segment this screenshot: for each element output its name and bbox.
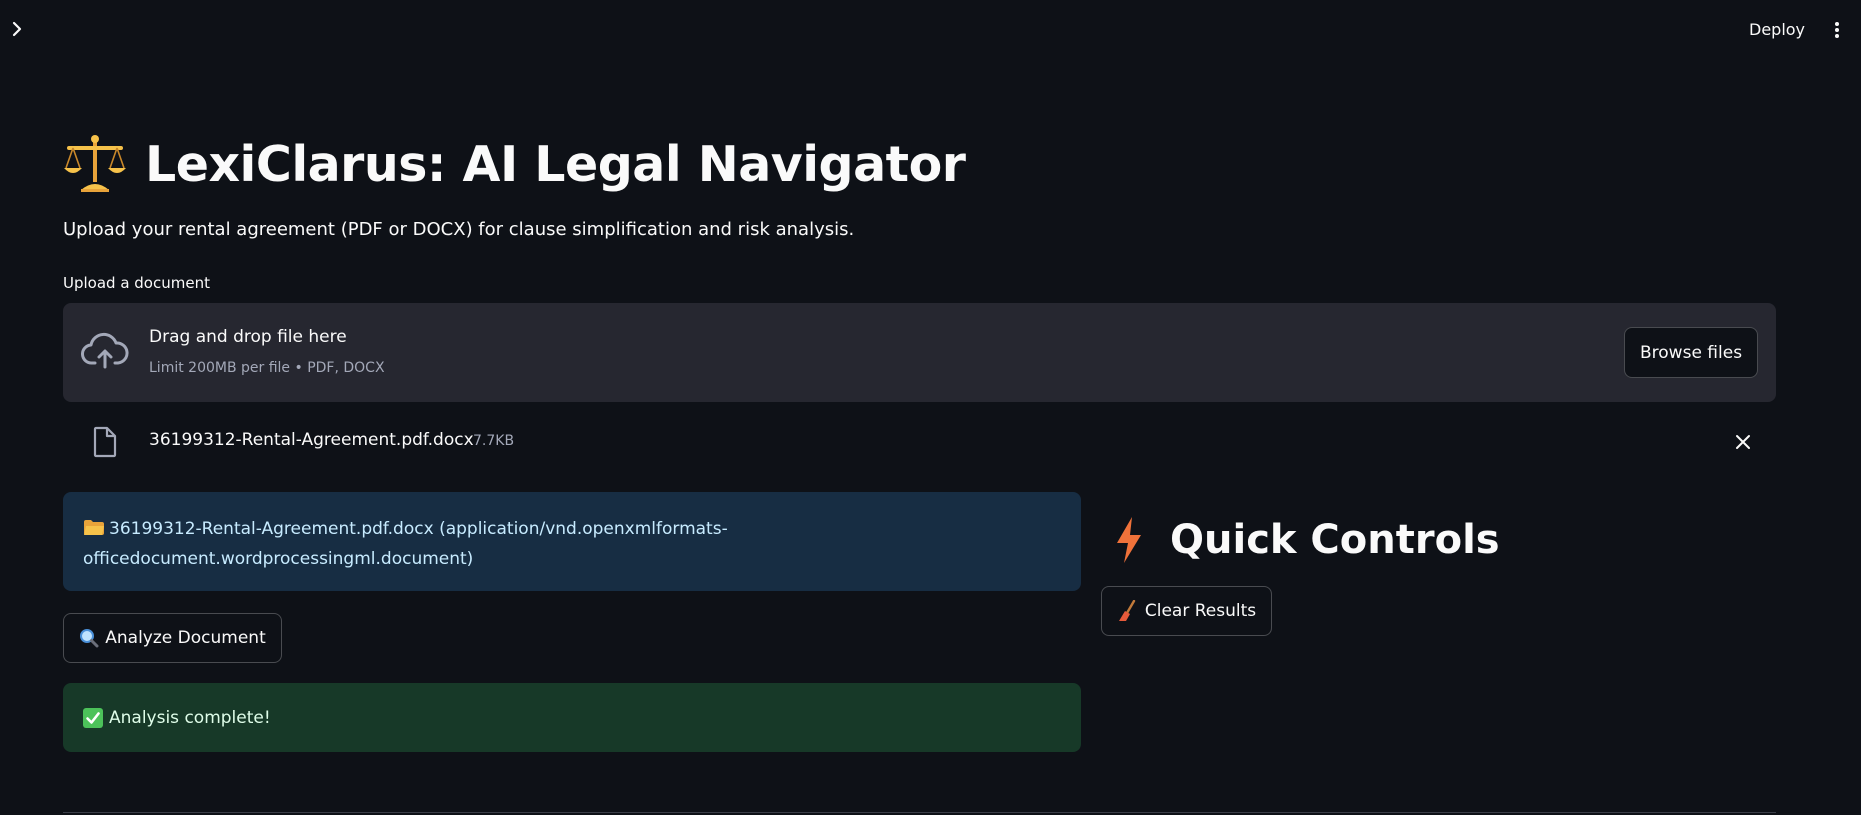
dropzone-title: Drag and drop file here [149,327,347,347]
clear-results-button[interactable]: Clear Results [1101,586,1272,636]
main-menu-button[interactable] [1824,14,1850,46]
quick-controls-heading: Quick Controls [1112,510,1500,570]
page-title-row: LexiClarus: AI Legal Navigator [63,127,966,201]
clear-results-label: Clear Results [1144,601,1257,621]
browse-files-button[interactable]: Browse files [1624,327,1759,378]
file-info-text: 36199312-Rental-Agreement.pdf.docx (appl… [83,519,728,569]
magnifying-glass-icon [80,629,99,648]
check-mark-icon [83,707,103,728]
uploaded-file-name: 36199312-Rental-Agreement.pdf.docx [149,430,474,450]
upload-label: Upload a document [63,274,210,292]
lightning-bolt-icon [1117,517,1141,563]
uploaded-file-row: 36199312-Rental-Agreement.pdf.docx 7.7KB [63,418,1776,464]
dropzone-limit-text: Limit 200MB per file • PDF, DOCX [149,360,385,376]
folder-icon [84,520,104,535]
analyze-document-label: Analyze Document [105,628,266,648]
quick-controls-title: Quick Controls [1170,517,1500,563]
success-message: Analysis complete! [63,683,1081,752]
divider [63,812,1776,813]
header: Deploy [0,0,1861,60]
close-icon [1736,435,1750,449]
chevron-right-icon [12,21,22,37]
page-title: LexiClarus: AI Legal Navigator [145,135,966,193]
file-info-message: 36199312-Rental-Agreement.pdf.docx (appl… [63,492,1081,591]
balance-scale-icon [64,135,126,192]
sidebar-expand-button[interactable] [6,16,28,42]
cloud-upload-icon [81,332,129,369]
deploy-button[interactable]: Deploy [1735,14,1819,46]
uploaded-file-size: 7.7KB [473,433,515,449]
remove-file-button[interactable] [1728,427,1758,457]
analyze-document-button[interactable]: Analyze Document [63,613,282,663]
page-subtitle: Upload your rental agreement (PDF or DOC… [63,219,855,240]
file-dropzone[interactable]: Drag and drop file here Limit 200MB per … [63,303,1776,402]
success-text: Analysis complete! [109,707,271,728]
file-icon [93,426,117,458]
more-vertical-icon [1835,22,1839,38]
broom-icon [1118,600,1136,621]
